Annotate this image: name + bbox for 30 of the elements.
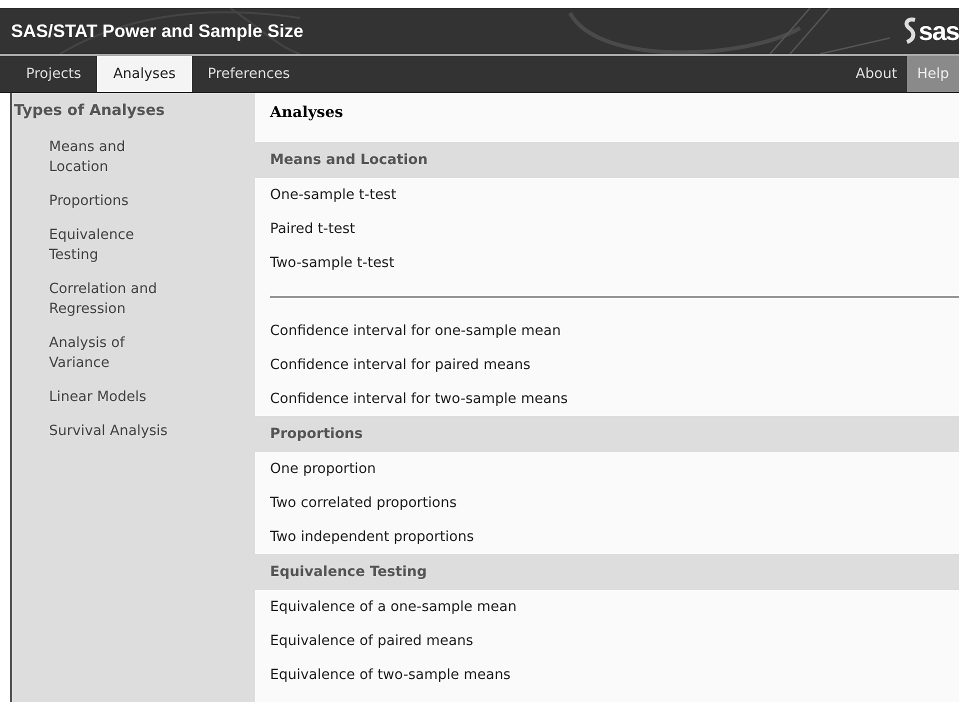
analysis-link[interactable]: Two correlated proportions [255,486,959,520]
analysis-link[interactable]: Confidence interval for paired means [255,348,959,382]
sidebar-item[interactable]: Proportions [12,191,179,211]
nav-tab[interactable]: Projects [10,56,98,92]
sidebar-item[interactable]: Survival Analysis [12,421,179,441]
analysis-link[interactable]: One-sample t-test [255,178,959,212]
nav-link[interactable]: About [846,56,908,92]
nav-tab[interactable]: Analyses [97,56,192,92]
analysis-link[interactable]: Paired t-test [255,212,959,246]
sidebar-item[interactable]: Means and Location [12,137,179,177]
app-title: SAS/STAT Power and Sample Size [10,20,304,42]
sidebar-title: Types of Analyses [13,100,166,121]
logo-text: sas [918,16,959,46]
section-header: Proportions [255,416,959,452]
sidebar-item[interactable]: Analysis of Variance [12,333,179,373]
page-title: Analyses [268,102,344,123]
analysis-link[interactable]: Confidence interval for one-sample mean [255,314,959,348]
nav-tab[interactable]: Preferences [192,56,306,92]
sidebar-item[interactable]: Equivalence Testing [12,225,179,265]
section-header: Equivalence Testing [255,554,959,590]
analysis-link[interactable]: Two-sample t-test [255,246,959,280]
analysis-link[interactable]: One proportion [255,452,959,486]
analysis-link[interactable]: Equivalence of two-sample means [255,658,959,692]
analysis-link[interactable]: Equivalence of paired means [255,624,959,658]
section-header: Means and Location [255,142,959,178]
sidebar-item[interactable]: Correlation and Regression [12,279,179,319]
analysis-link[interactable]: Confidence interval for two-sample means [255,382,959,416]
analysis-link[interactable]: Two independent proportions [255,520,959,554]
sidebar-item[interactable]: Linear Models [12,387,179,407]
analysis-link[interactable]: Equivalence of a one-sample mean [255,590,959,624]
